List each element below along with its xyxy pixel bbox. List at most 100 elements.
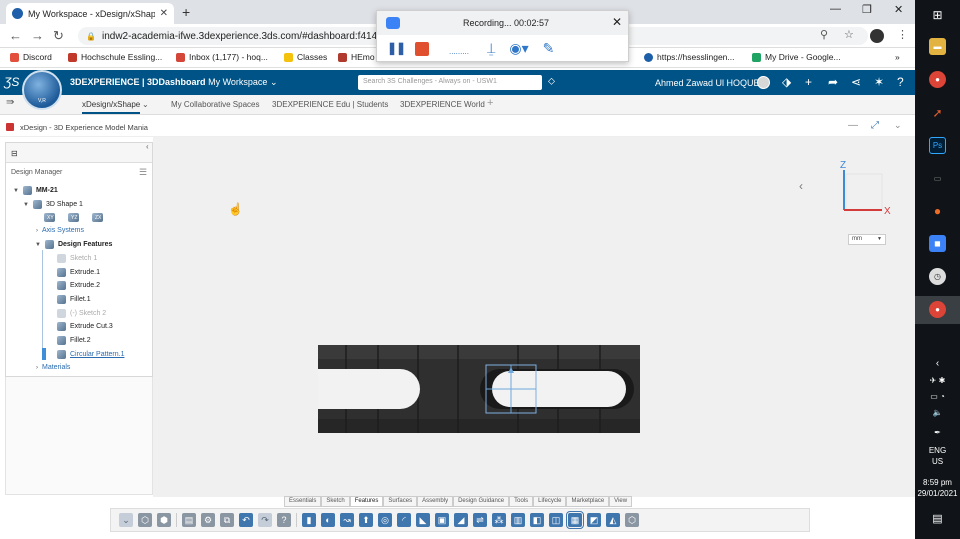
- app-arrow-icon[interactable]: ➚: [929, 104, 946, 121]
- axis-triad[interactable]: Z X: [838, 160, 893, 215]
- pause-button[interactable]: ❚❚: [387, 41, 406, 55]
- region-code[interactable]: US: [915, 457, 960, 466]
- bookmark-hochschule[interactable]: Hochschule Essling...: [68, 52, 162, 62]
- profile-avatar[interactable]: [870, 29, 884, 43]
- render-icon[interactable]: ◭: [606, 513, 620, 527]
- bookmarks-overflow-icon[interactable]: »: [895, 52, 900, 62]
- tab-xdesign[interactable]: xDesign/xShape: [82, 100, 141, 114]
- bookmark-discord[interactable]: Discord: [10, 52, 52, 62]
- zoom-search-icon[interactable]: ⚲: [820, 28, 828, 41]
- bookmark-hsesslingen[interactable]: https://hsesslingen...: [644, 52, 735, 62]
- back-icon[interactable]: ←: [9, 28, 22, 43]
- tree-design-features[interactable]: ▼ Design Features: [35, 240, 112, 249]
- bookmark-star-icon[interactable]: ☆: [844, 28, 854, 41]
- file-explorer-icon[interactable]: ▬: [929, 38, 946, 55]
- stop-button[interactable]: [415, 42, 429, 56]
- tree-menu-icon[interactable]: ☰: [139, 167, 147, 178]
- tab-edu-students[interactable]: 3DEXPERIENCE Edu | Students: [272, 100, 388, 109]
- notification-icon[interactable]: ▤: [915, 512, 960, 525]
- forward-icon[interactable]: →: [31, 28, 44, 43]
- expand-arrow-icon[interactable]: ▼: [35, 242, 41, 248]
- tag-icon[interactable]: ⬦: [548, 76, 555, 87]
- reload-icon[interactable]: ↻: [53, 28, 64, 44]
- tab-xdesign-chevron-icon[interactable]: ⌄: [142, 100, 149, 109]
- photoshop-icon[interactable]: Ps: [929, 137, 946, 154]
- pencil-icon[interactable]: ✎: [543, 40, 555, 57]
- boolean-icon[interactable]: ◫: [549, 513, 563, 527]
- network-share-icon[interactable]: ⋖: [851, 75, 861, 89]
- minimize-button[interactable]: —: [830, 3, 841, 15]
- ribbon-tab-design-guidance[interactable]: Design Guidance: [453, 496, 510, 507]
- expand-arrow-icon[interactable]: ▼: [23, 202, 29, 208]
- extrude-icon[interactable]: ▮: [302, 513, 316, 527]
- plane-zx[interactable]: ZX: [92, 213, 103, 222]
- tree-toggle-icon[interactable]: ⊟: [11, 149, 18, 158]
- measure-icon[interactable]: ▦: [566, 511, 584, 529]
- chamfer-icon[interactable]: ◣: [416, 513, 430, 527]
- minimize-app-icon[interactable]: —: [848, 120, 858, 131]
- ribbon-tab-view[interactable]: View: [609, 496, 633, 507]
- chevron-down-icon[interactable]: ⌄: [270, 77, 278, 87]
- shell-icon[interactable]: ▣: [435, 513, 449, 527]
- tab-3dexperience-world[interactable]: 3DEXPERIENCE World: [400, 100, 485, 109]
- redo-icon[interactable]: ↷: [258, 513, 272, 527]
- sweep-icon[interactable]: ↝: [340, 513, 354, 527]
- undo-icon[interactable]: ↶: [239, 513, 253, 527]
- tree-axis-systems[interactable]: › Axis Systems: [36, 227, 84, 234]
- workspace-dropdown[interactable]: My Workspace: [208, 77, 267, 87]
- avatar[interactable]: [757, 76, 770, 89]
- collapse-panel-icon[interactable]: ‹: [146, 142, 149, 151]
- split-icon[interactable]: ◧: [530, 513, 544, 527]
- apps-icon[interactable]: ✶: [874, 75, 884, 89]
- plane-xy[interactable]: XY: [44, 213, 55, 222]
- 3d-part-model[interactable]: [318, 345, 640, 433]
- clock-date[interactable]: 29/01/2021: [915, 489, 960, 498]
- feature-sketch-1[interactable]: Sketch 1: [57, 254, 97, 263]
- tree-root[interactable]: ▼ MM-21: [13, 186, 58, 195]
- share-tag-icon[interactable]: ⬗: [782, 75, 791, 89]
- draft-icon[interactable]: ◢: [454, 513, 468, 527]
- close-window-button[interactable]: ✕: [894, 3, 903, 16]
- fillet-icon[interactable]: ◜: [397, 513, 411, 527]
- forward-share-icon[interactable]: ➦: [828, 75, 838, 89]
- collapse-right-panel-icon[interactable]: ‹: [799, 179, 803, 193]
- tray-expand-icon[interactable]: ‹: [915, 358, 960, 369]
- feature-circular-pattern-1[interactable]: Circular Pattern.1: [57, 350, 124, 359]
- user-name[interactable]: Ahmed Zawad Ul HOQUE: [655, 78, 760, 88]
- expand-arrow-icon[interactable]: ›: [36, 365, 38, 371]
- revolve-icon[interactable]: ◐: [321, 513, 335, 527]
- insert-icon[interactable]: ⬢: [157, 513, 171, 527]
- microphone-icon[interactable]: ●: [929, 202, 946, 219]
- browser-menu-icon[interactable]: ⋮: [897, 28, 908, 41]
- language-code[interactable]: ENG: [915, 446, 960, 455]
- mirror-icon[interactable]: ⇌: [473, 513, 487, 527]
- settings-icon[interactable]: ⚙: [201, 513, 215, 527]
- tray-icons[interactable]: ✈ ✱: [915, 376, 960, 385]
- save-icon[interactable]: ▤: [182, 513, 196, 527]
- rib-icon[interactable]: ▥: [511, 513, 525, 527]
- recorder-app-icon[interactable]: ◼: [929, 235, 946, 252]
- network-icon[interactable]: ▭ ◔: [915, 392, 960, 401]
- ribbon-tab-assembly[interactable]: Assembly: [417, 496, 454, 507]
- bookmark-classes[interactable]: Classes: [284, 52, 327, 62]
- volume-icon[interactable]: 🔈: [915, 408, 960, 417]
- expand-arrow-icon[interactable]: ▼: [13, 188, 19, 194]
- restore-button[interactable]: ❐: [862, 3, 872, 16]
- toolbar-expand-icon[interactable]: ⌄: [119, 513, 133, 527]
- pen-tool-icon[interactable]: ⍊: [487, 40, 495, 57]
- compass-icon[interactable]: V,R: [22, 70, 62, 110]
- windows-start-icon[interactable]: ⊞: [929, 6, 946, 23]
- clock-app-icon[interactable]: ◷: [929, 268, 946, 285]
- tree-materials[interactable]: › Materials: [36, 364, 70, 371]
- feature-fillet-1[interactable]: Fillet.1: [57, 295, 91, 304]
- feature-extrude-1[interactable]: Extrude.1: [57, 268, 100, 277]
- add-icon[interactable]: +: [805, 75, 812, 89]
- clock-time[interactable]: 8:59 pm: [915, 478, 960, 487]
- tab-collaborative-spaces[interactable]: My Collaborative Spaces: [171, 100, 259, 109]
- webcam-icon[interactable]: ◉▾: [509, 40, 528, 57]
- help-icon[interactable]: ?: [897, 75, 904, 89]
- plane-yz[interactable]: YZ: [68, 213, 79, 222]
- ribbon-tab-surfaces[interactable]: Surfaces: [383, 496, 418, 507]
- ribbon-tab-sketch[interactable]: Sketch: [321, 496, 350, 507]
- ribbon-tab-lifecycle[interactable]: Lifecycle: [533, 496, 567, 507]
